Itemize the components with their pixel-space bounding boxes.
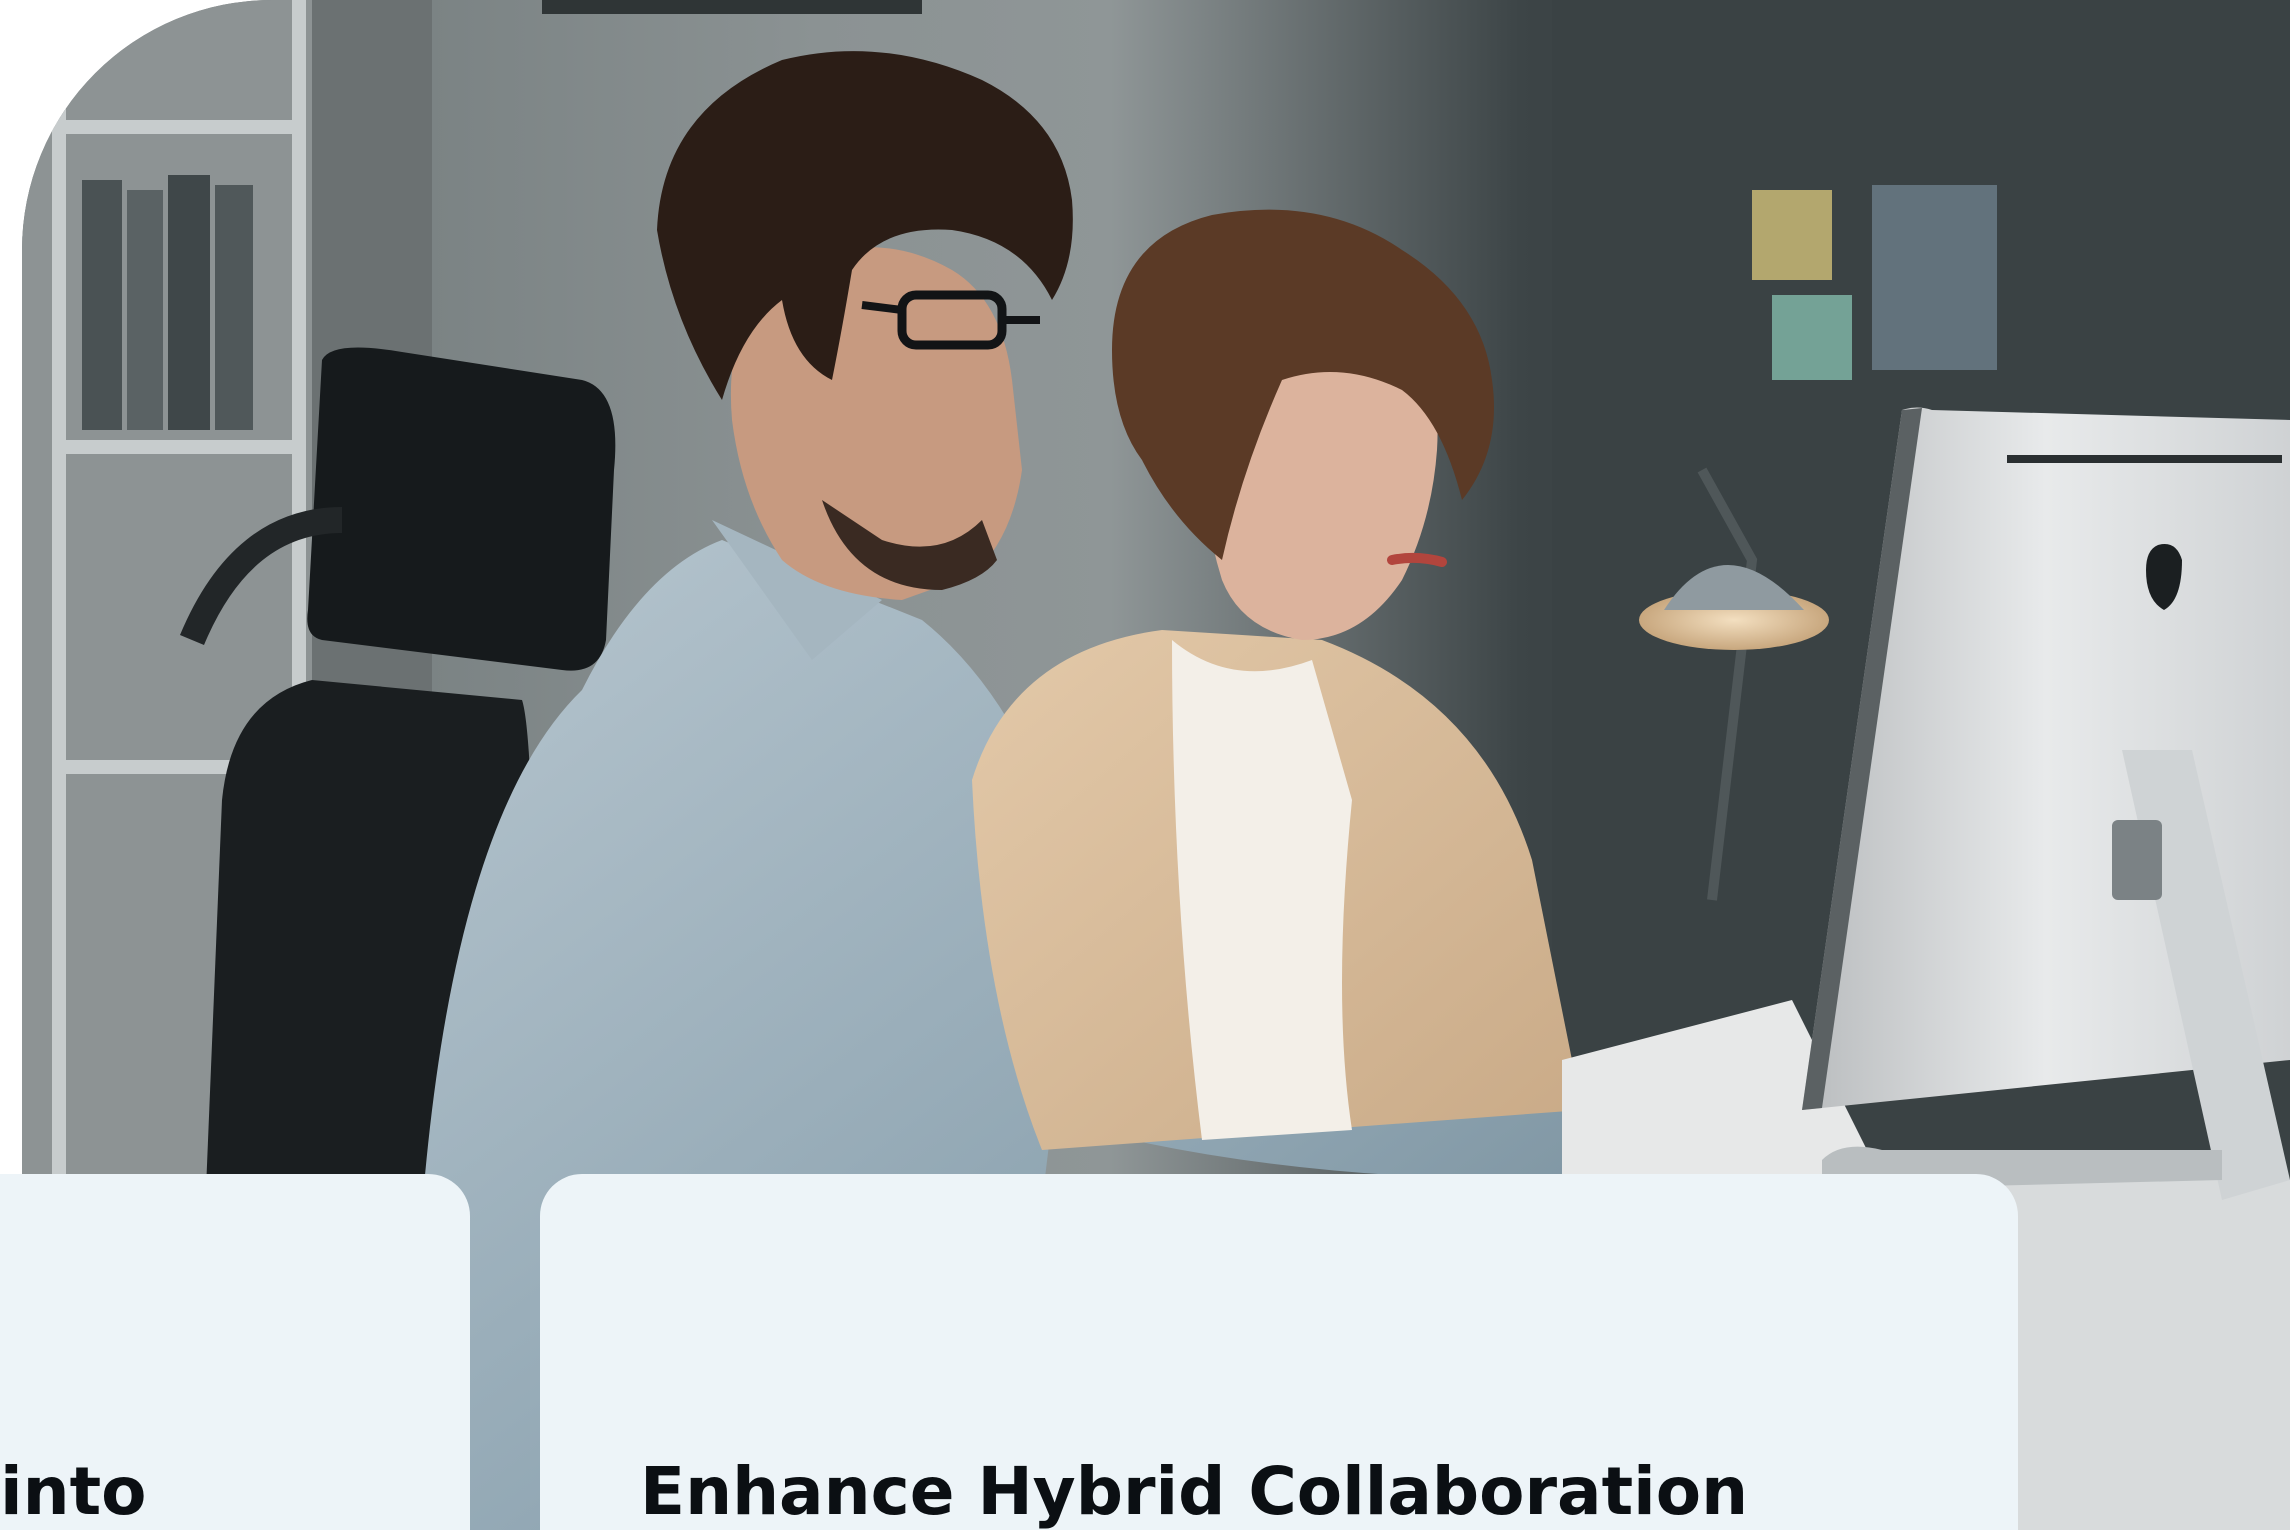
left-card[interactable]: into [0,1174,470,1530]
right-card[interactable]: Enhance Hybrid Collaboration [540,1174,2018,1530]
right-card-title: Enhance Hybrid Collaboration [640,1453,1749,1530]
hero-section: into Enhance Hybrid Collaboration [0,0,2290,1530]
left-card-title: into [0,1453,147,1530]
